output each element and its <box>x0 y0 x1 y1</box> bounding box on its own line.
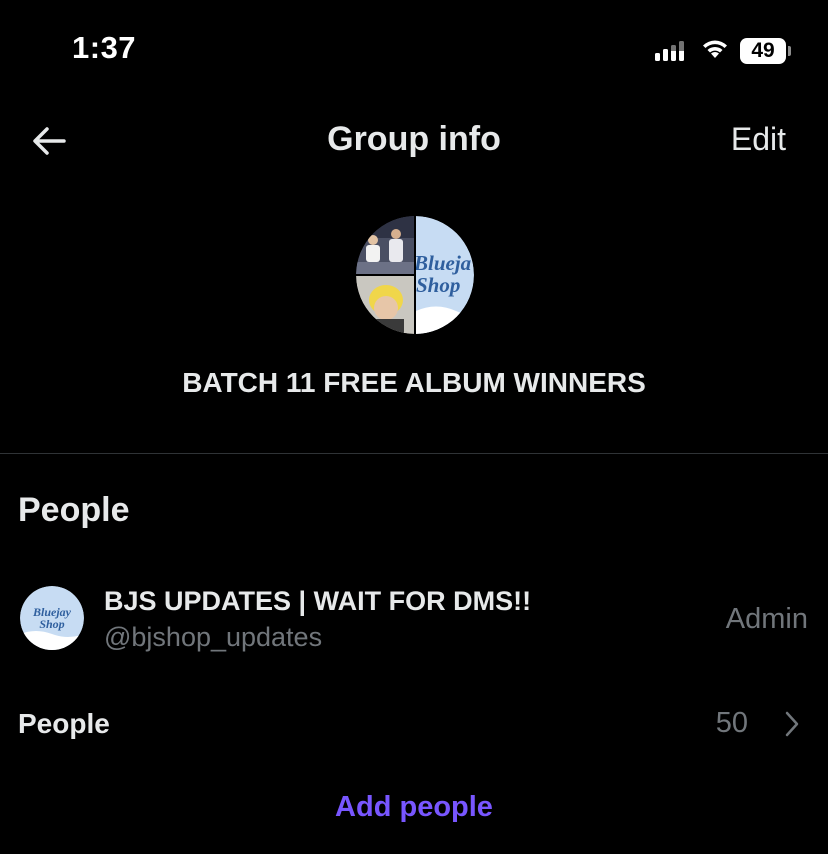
people-row-label: People <box>18 708 110 739</box>
people-count: 50 <box>715 707 748 739</box>
section-title-people: People <box>18 491 130 529</box>
divider <box>0 453 828 454</box>
member-role-badge: Admin <box>725 603 808 635</box>
battery-level: 49 <box>740 38 786 64</box>
chevron-right-icon <box>785 711 799 737</box>
add-people-button[interactable]: Add people <box>0 791 828 824</box>
member-name: BJS UPDATES | WAIT FOR DMS!! <box>104 586 532 616</box>
page-title: Group info <box>327 120 501 158</box>
group-avatar-logo-text-2: Shop <box>416 273 460 297</box>
member-avatar-text-2: Shop <box>39 617 64 631</box>
member-avatar: Bluejay Shop <box>20 586 84 650</box>
group-avatar: Blueja Shop <box>356 216 474 334</box>
member-handle: @bjshop_updates <box>104 622 323 652</box>
member-row[interactable]: Bluejay Shop BJS UPDATES | WAIT FOR DMS!… <box>0 580 828 660</box>
battery-icon: 49 <box>740 38 792 64</box>
edit-button[interactable]: Edit <box>731 121 786 158</box>
people-list-row[interactable]: People 50 <box>0 696 828 756</box>
group-avatar-logo-text-1: Blueja <box>413 251 471 275</box>
cellular-signal-icon <box>655 41 684 61</box>
wifi-icon <box>703 40 727 58</box>
group-name: BATCH 11 FREE ALBUM WINNERS <box>182 367 646 398</box>
status-time: 1:37 <box>72 30 137 65</box>
